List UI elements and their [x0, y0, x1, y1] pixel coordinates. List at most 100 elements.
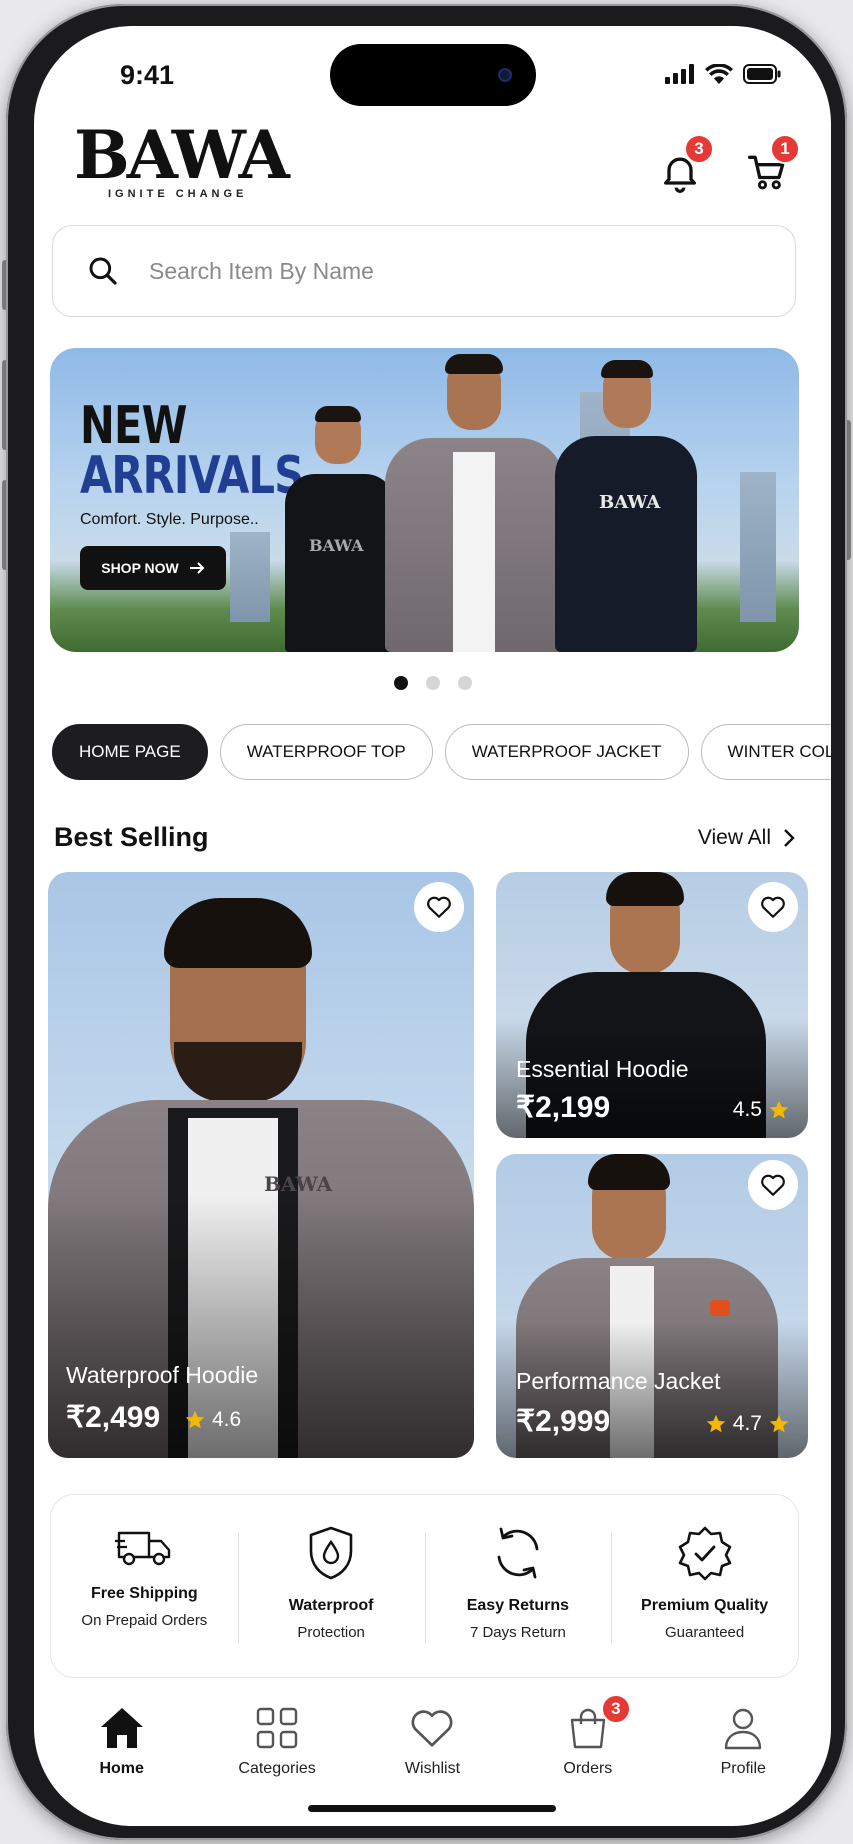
product-rating: 4.6 — [184, 1408, 241, 1432]
search-placeholder: Search Item By Name — [149, 257, 374, 284]
product-rating: 4.7 — [705, 1412, 790, 1436]
refresh-icon — [497, 1527, 539, 1579]
nav-label: Orders — [563, 1760, 613, 1777]
battery-icon — [743, 64, 781, 84]
dynamic-island — [330, 44, 536, 106]
badge-check-icon — [678, 1526, 731, 1581]
carousel-dot[interactable] — [457, 676, 472, 690]
wishlist-button[interactable] — [748, 882, 798, 932]
category-chips: HOME PAGE WATERPROOF TOP WATERPROOF JACK… — [52, 724, 831, 780]
shirt-print: BAWA — [599, 492, 661, 513]
chip-home-page[interactable]: HOME PAGE — [52, 724, 208, 780]
notifications-button[interactable]: 3 — [658, 134, 714, 196]
cart-button[interactable]: 1 — [746, 134, 800, 196]
nav-label: Home — [99, 1760, 144, 1777]
star-icon — [769, 1414, 789, 1433]
star-icon — [185, 1410, 205, 1429]
status-icons — [665, 64, 781, 84]
nav-home[interactable]: Home — [57, 1706, 187, 1778]
wishlist-button[interactable] — [748, 1160, 798, 1210]
banner-tagline: Comfort. Style. Purpose.. — [80, 511, 259, 528]
star-icon — [706, 1414, 725, 1433]
product-rating: 4.5 — [733, 1098, 790, 1122]
nav-wishlist[interactable]: Wishlist — [367, 1706, 497, 1778]
user-icon — [725, 1708, 762, 1750]
star-icon — [769, 1100, 789, 1119]
bottom-nav: Home Categories Wishlist 3 Orders Profil… — [34, 1694, 831, 1778]
search-input[interactable]: Search Item By Name — [52, 225, 796, 317]
section-title: Best Selling — [54, 822, 209, 852]
feature-subtitle: Guaranteed — [665, 1624, 745, 1641]
skyline-building — [740, 472, 776, 622]
chip-waterproof-top[interactable]: WATERPROOF TOP — [219, 724, 433, 780]
notifications-badge: 3 — [684, 134, 714, 164]
feature-subtitle: On Prepaid Orders — [81, 1612, 208, 1629]
shop-now-label: SHOP NOW — [101, 560, 179, 576]
shop-now-button[interactable]: SHOP NOW — [80, 546, 226, 590]
feature-title: Free Shipping — [91, 1585, 198, 1602]
orders-badge: 3 — [600, 1694, 631, 1724]
carousel-dot[interactable] — [393, 676, 408, 690]
status-time: 9:41 — [120, 60, 175, 90]
banner-title-line2: ARRIVALS — [80, 446, 304, 506]
view-all-link[interactable]: View All — [698, 826, 795, 850]
wifi-icon — [705, 64, 733, 84]
wishlist-button[interactable] — [414, 882, 464, 932]
product-card[interactable]: Performance Jacket ₹2,999 4.7 — [496, 1154, 808, 1458]
phone-frame: 9:41 BAWA IGNITE CHANGE 3 1 Search Item … — [6, 4, 847, 1840]
promo-banner[interactable]: NEW ARRIVALS Comfort. Style. Purpose.. S… — [50, 348, 799, 652]
search-icon — [89, 257, 117, 285]
product-name: Essential Hoodie — [516, 1056, 689, 1082]
product-card[interactable]: Essential Hoodie ₹2,199 4.5 — [496, 872, 808, 1138]
feature-waterproof: Waterproof Protection — [237, 1495, 425, 1677]
chip-winter-collection[interactable]: WINTER COLLECTION — [700, 724, 831, 780]
heart-icon — [761, 1174, 785, 1196]
nav-label: Wishlist — [404, 1760, 461, 1777]
carousel-dots — [34, 676, 831, 690]
heart-icon — [427, 896, 451, 918]
truck-icon — [115, 1531, 171, 1566]
feature-premium-quality: Premium Quality Guaranteed — [611, 1495, 798, 1677]
nav-label: Profile — [720, 1760, 766, 1777]
product-card[interactable]: BAWA Waterproof Hoodie ₹2,499 4.6 — [48, 872, 474, 1458]
product-price: ₹2,499 — [66, 1401, 161, 1434]
product-price: ₹2,199 — [516, 1091, 611, 1124]
brand-logo[interactable]: BAWA IGNITE CHANGE — [74, 122, 290, 200]
nav-label: Categories — [238, 1760, 316, 1777]
shield-drop-icon — [309, 1526, 353, 1580]
feature-easy-returns: Easy Returns 7 Days Return — [424, 1495, 612, 1677]
nav-profile[interactable]: Profile — [678, 1706, 808, 1778]
camera-icon — [498, 68, 512, 82]
nav-orders[interactable]: 3 Orders — [523, 1694, 653, 1778]
grid-icon — [256, 1707, 298, 1749]
product-name: Performance Jacket — [516, 1368, 721, 1394]
app-screen: 9:41 BAWA IGNITE CHANGE 3 1 Search Item … — [34, 26, 831, 1826]
heart-icon — [411, 1710, 453, 1747]
rating-value: 4.6 — [212, 1408, 242, 1431]
home-indicator[interactable] — [308, 1805, 556, 1812]
arrow-right-icon — [189, 562, 205, 574]
feature-title: Easy Returns — [466, 1597, 569, 1614]
feature-title: Waterproof — [288, 1597, 374, 1614]
cart-badge: 1 — [770, 134, 800, 164]
chevron-right-icon — [784, 829, 795, 847]
model-image: BAWA — [285, 406, 395, 652]
model-image: BAWA — [555, 360, 697, 652]
heart-icon — [761, 896, 785, 918]
carousel-dot[interactable] — [425, 676, 440, 690]
product-name: Waterproof Hoodie — [66, 1362, 259, 1388]
rating-value: 4.5 — [732, 1098, 762, 1121]
nav-categories[interactable]: Categories — [212, 1706, 342, 1778]
model-image — [385, 354, 565, 652]
rating-value: 4.7 — [732, 1412, 762, 1435]
feature-free-shipping: Free Shipping On Prepaid Orders — [51, 1495, 238, 1677]
chip-waterproof-jacket[interactable]: WATERPROOF JACKET — [444, 724, 689, 780]
home-icon — [100, 1708, 143, 1748]
feature-subtitle: 7 Days Return — [469, 1624, 566, 1641]
product-price: ₹2,999 — [516, 1405, 611, 1438]
signal-icon — [665, 64, 694, 84]
skyline-building — [230, 532, 270, 622]
feature-title: Premium Quality — [641, 1597, 769, 1614]
view-all-label: View All — [697, 826, 771, 849]
shirt-print: BAWA — [309, 536, 364, 555]
